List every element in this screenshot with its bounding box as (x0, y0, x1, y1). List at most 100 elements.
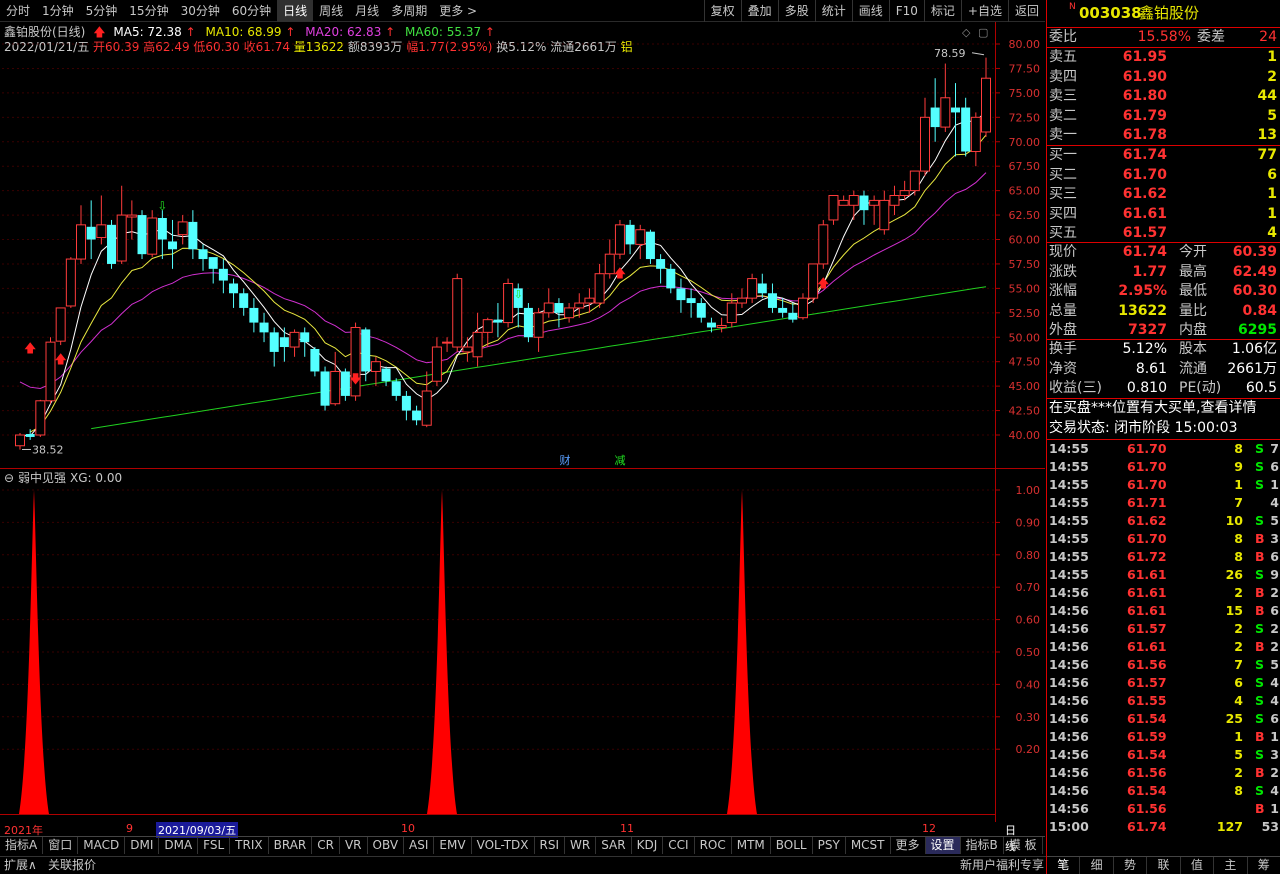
candle (96, 195, 107, 245)
toolbar-button[interactable]: 画线 (851, 0, 889, 22)
detail-tab[interactable]: 笔 (1047, 857, 1081, 874)
stat-label: 现价 (1049, 244, 1077, 260)
toolbar-button[interactable]: 统计 (814, 0, 852, 22)
period-tab[interactable]: 1分钟 (36, 0, 80, 22)
toolbar-button[interactable]: 叠加 (740, 0, 778, 22)
indicator-tab[interactable]: CCI (663, 837, 695, 854)
candle-body (330, 370, 341, 405)
indicator-tab[interactable]: VOL-TDX (472, 837, 535, 854)
tick-row: 14:56 61.55 4 S 4 (1049, 692, 1279, 710)
period-tab[interactable]: 15分钟 (123, 0, 174, 22)
indicator-tab[interactable]: MCST (846, 837, 891, 854)
bid-price[interactable]: 61.74 (1123, 146, 1167, 166)
indicator-tab[interactable]: 更多 (891, 837, 926, 854)
indicator-tab[interactable]: EMV (434, 837, 472, 854)
ask-price[interactable]: 61.80 (1123, 87, 1167, 107)
reduction-event-marker[interactable]: 减 (615, 454, 626, 467)
period-tab[interactable]: 日线 (277, 0, 314, 22)
detail-tab[interactable]: 细 (1080, 857, 1114, 874)
indicator-tab[interactable]: KDJ (632, 837, 664, 854)
finance-event-marker[interactable]: 财 (560, 453, 571, 467)
toolbar-button[interactable]: +自选 (960, 0, 1008, 22)
indicator-tab[interactable]: ROC (695, 837, 732, 854)
bid-price[interactable]: 61.57 (1123, 224, 1167, 244)
ask-row: 卖一 61.78 13 (1049, 126, 1279, 146)
bid-row: 买二 61.70 6 (1049, 166, 1279, 186)
period-tab[interactable]: 30分钟 (175, 0, 226, 22)
indicator-tab-right[interactable]: 指标B (961, 837, 1004, 854)
indicator-tab-right[interactable]: 模 板 (1004, 837, 1043, 854)
indicator-tab[interactable]: BRAR (269, 837, 313, 854)
toolbar-button[interactable]: 返回 (1007, 0, 1045, 22)
indicator-tab[interactable]: MTM (732, 837, 771, 854)
indicator-tab[interactable]: DMA (159, 837, 199, 854)
indicator-tab[interactable]: TRIX (230, 837, 269, 854)
tick-row: 14:55 61.62 10 S 5 (1049, 512, 1279, 530)
indicator-y-tick-label: 0.60 (1016, 614, 1041, 627)
tick-count: 2 (1270, 639, 1279, 654)
candle (462, 337, 473, 362)
ask-price[interactable]: 61.78 (1123, 126, 1167, 146)
indicator-tab[interactable]: FSL (198, 837, 231, 854)
indicator-tab[interactable]: RSI (535, 837, 566, 854)
candle (320, 366, 330, 411)
app-window: 分时 1分钟 5分钟 15分钟 30分钟 60分钟 日线 周线 月线 多周期 更多 > 复权 叠加 多股统… (0, 0, 1280, 874)
toolbar-button[interactable]: 复权 (703, 0, 741, 22)
indicator-tab[interactable]: DMI (125, 837, 160, 854)
period-tab[interactable]: 周线 (313, 0, 349, 22)
ask-price[interactable]: 61.95 (1123, 48, 1167, 68)
period-tab[interactable]: 60分钟 (226, 0, 277, 22)
toolbar-right: 复权 叠加 多股 统计 画线 F10 标记 +自选 返回 (703, 0, 1045, 22)
expand-button[interactable]: 扩展∧ (4, 857, 37, 874)
candle-body (472, 331, 483, 358)
detail-tab[interactable]: 联 (1147, 857, 1181, 874)
ask-price[interactable]: 61.79 (1123, 107, 1167, 127)
bid-price[interactable]: 61.70 (1123, 166, 1167, 186)
indicator-tab[interactable]: CR (312, 837, 340, 854)
indicator-collapse-icon[interactable]: ⊖ (4, 471, 14, 485)
tick-side: S (1255, 711, 1265, 726)
bid-price[interactable]: 61.62 (1123, 185, 1167, 205)
toolbar-button[interactable]: F10 (888, 0, 924, 22)
ask-price[interactable]: 61.90 (1123, 68, 1167, 88)
indicator-tab[interactable]: MACD (78, 837, 126, 854)
period-tab[interactable]: 分时 (0, 0, 36, 22)
candle (55, 307, 66, 346)
tick-row: 14:55 61.61 26 S 9 (1049, 566, 1279, 584)
detail-tab[interactable]: 主 (1214, 857, 1248, 874)
detail-tab[interactable]: 势 (1114, 857, 1148, 874)
toolbar-button[interactable]: 多股 (777, 0, 815, 22)
tick-count: 2 (1270, 621, 1279, 636)
tick-side: S (1255, 621, 1265, 636)
indicator-tab[interactable]: 设置 (925, 837, 961, 854)
tick-count: 4 (1270, 675, 1279, 690)
stat-label: 量比 (1179, 302, 1207, 319)
candle-body (493, 319, 503, 323)
candle (879, 190, 890, 235)
toolbar-button[interactable]: 标记 (923, 0, 961, 22)
related-quote-button[interactable]: 关联报价 (48, 857, 96, 874)
candle-body (259, 322, 269, 333)
candle-body (859, 195, 869, 211)
period-tab[interactable]: 月线 (349, 0, 385, 22)
indicator-tab[interactable]: SAR (596, 837, 632, 854)
indicator-tab[interactable]: 指标A (0, 837, 44, 854)
indicator-tab[interactable]: BOLL (771, 837, 813, 854)
period-tab[interactable]: 5分钟 (80, 0, 124, 22)
indicator-tab[interactable]: OBV (368, 837, 405, 854)
bid-price[interactable]: 61.61 (1123, 205, 1167, 225)
detail-tab[interactable]: 筹 (1248, 857, 1280, 874)
period-tab[interactable]: 多周期 (385, 0, 433, 22)
tick-row: 14:56 61.54 5 S 3 (1049, 746, 1279, 764)
indicator-tab[interactable]: PSY (813, 837, 846, 854)
indicator-tab[interactable]: VR (340, 837, 368, 854)
candle (107, 219, 117, 269)
indicator-tab[interactable]: ASI (404, 837, 435, 854)
indicator-tab[interactable]: WR (565, 837, 597, 854)
fund-label: 股本 (1179, 341, 1207, 357)
indicator-tab[interactable]: 窗口 (43, 837, 79, 854)
detail-tab[interactable]: 值 (1181, 857, 1215, 874)
new-user-benefit-link[interactable]: 新用户福利专享 (960, 857, 1044, 874)
big-order-notice[interactable]: 在买盘***位置有大买单,查看详情 (1049, 399, 1279, 419)
period-tab[interactable]: 更多 > (433, 0, 483, 22)
